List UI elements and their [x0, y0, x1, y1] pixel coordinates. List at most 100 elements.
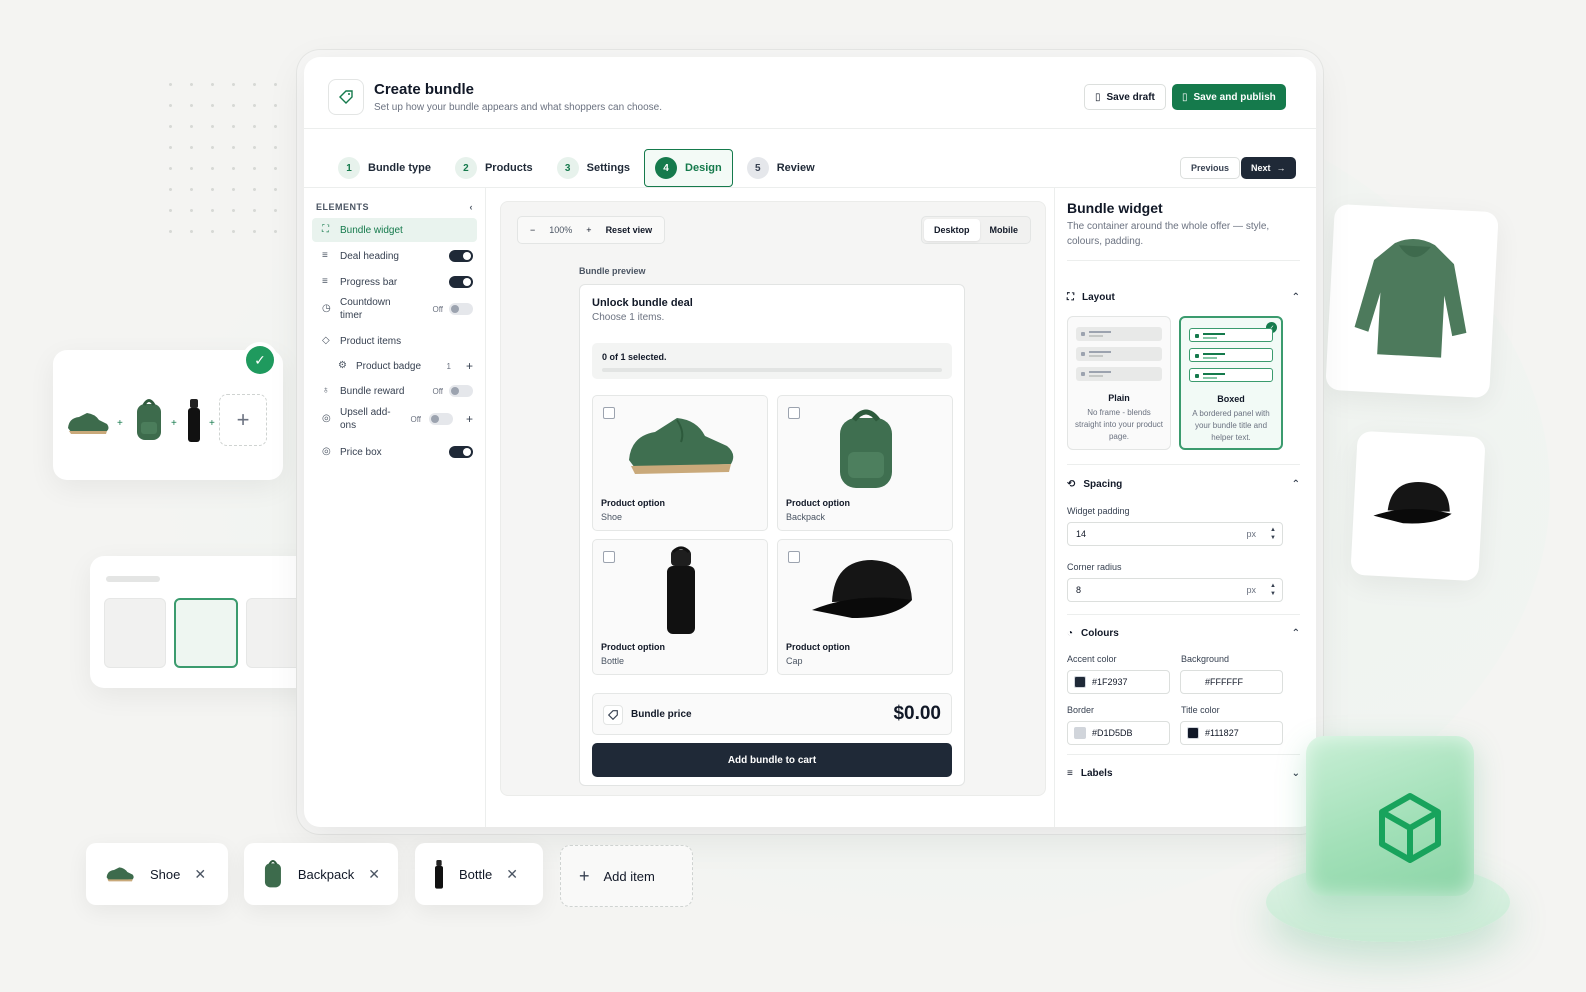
border-color-input[interactable]: #D1D5DB — [1067, 721, 1170, 745]
product-card-cap[interactable]: Product option Cap — [777, 539, 953, 675]
add-upsell-icon[interactable]: + — [466, 412, 473, 426]
title-swatch[interactable] — [1187, 727, 1199, 739]
product-checkbox[interactable] — [603, 407, 615, 419]
add-badge-icon[interactable]: + — [466, 359, 473, 373]
corner-radius-label: Corner radius — [1067, 562, 1122, 572]
background-color-input[interactable]: #FFFFFF — [1180, 670, 1283, 694]
sidebar-item-bundle-widget[interactable]: ⛶ Bundle widget — [312, 218, 477, 242]
editor-header: Create bundle Set up how your bundle app… — [304, 57, 1316, 129]
sidebar-item-progress-bar[interactable]: ≡ Progress bar — [312, 270, 477, 294]
badge-count: 1 — [446, 361, 451, 371]
layout-thumb-left[interactable] — [104, 598, 166, 668]
previous-button[interactable]: Previous — [1180, 157, 1241, 179]
backpack-thumb-icon — [137, 399, 161, 440]
product-checkbox[interactable] — [788, 407, 800, 419]
cap-photo-card — [1350, 430, 1486, 582]
add-bundle-to-cart-button[interactable]: Add bundle to cart — [592, 743, 952, 777]
bottle-icon — [435, 860, 443, 889]
chip-backpack[interactable]: Backpack ✕ — [244, 843, 398, 905]
labels-section-header[interactable]: ≡ Labels ⌄ — [1067, 768, 1300, 779]
hoodie-icon — [1354, 239, 1467, 358]
product-checkbox[interactable] — [603, 551, 615, 563]
hoodie-photo-card — [1325, 203, 1499, 399]
countdown-toggle[interactable] — [449, 303, 473, 315]
mobile-tab[interactable]: Mobile — [980, 219, 1029, 241]
sidebar-item-product-items[interactable]: ◇ Product items — [312, 329, 477, 353]
progress-bar-toggle[interactable] — [449, 276, 473, 288]
spacing-icon: ⟲ — [1067, 479, 1076, 490]
step-products[interactable]: 2 Products — [445, 149, 543, 187]
save-publish-button[interactable]: ▯ Save and publish — [1172, 84, 1286, 110]
sidebar-item-deal-heading[interactable]: ≡ Deal heading — [312, 244, 477, 268]
backpack-icon — [264, 860, 281, 888]
next-button[interactable]: Next → — [1241, 157, 1296, 179]
border-swatch[interactable] — [1074, 727, 1086, 739]
arrow-right-icon: → — [1276, 163, 1286, 173]
chip-bottle[interactable]: Bottle ✕ — [415, 843, 543, 905]
title-color-input[interactable]: #111827 — [1180, 721, 1283, 745]
price-box-toggle[interactable] — [449, 446, 473, 458]
spacing-section-header[interactable]: ⟲ Spacing ⌃ — [1067, 479, 1300, 490]
add-slot-placeholder[interactable]: + — [219, 394, 267, 446]
step-bundle-type[interactable]: 1 Bundle type — [328, 149, 441, 187]
sidebar-item-bundle-reward[interactable]: ♁ Bundle reward Off — [312, 379, 477, 403]
stepper-arrows-icon[interactable]: ▲ ▼ — [1270, 526, 1276, 542]
remove-icon[interactable]: ✕ — [194, 866, 206, 883]
sidebar-item-upsell-addons[interactable]: ◎ Upsell add-ons Off + — [312, 403, 477, 435]
zoom-in-button[interactable]: + — [586, 225, 591, 235]
sidebar-item-countdown-timer[interactable]: ◷ Countdown timer Off — [312, 294, 477, 324]
deal-subheading: Choose 1 items. — [592, 312, 665, 323]
layout-row — [1076, 327, 1162, 341]
reward-toggle[interactable] — [449, 385, 473, 397]
stepper-arrows-icon[interactable]: ▲ ▼ — [1270, 582, 1276, 598]
layout-thumb-right[interactable] — [246, 598, 308, 668]
shoe-icon — [629, 418, 734, 474]
deal-heading-toggle[interactable] — [449, 250, 473, 262]
layout-thumb-center[interactable] — [174, 598, 238, 668]
deal-heading: Unlock bundle deal — [592, 297, 693, 309]
zoom-level: 100% — [549, 225, 573, 235]
layout-option-boxed[interactable]: ✓ Boxed A bordered panel with your bundl… — [1179, 316, 1283, 450]
widget-padding-input[interactable]: 14 px ▲ ▼ — [1067, 522, 1283, 546]
step-review[interactable]: 5 Review — [737, 149, 825, 187]
layout-picker-card — [90, 556, 328, 688]
plus-icon: + — [209, 418, 215, 429]
plus-icon: + — [579, 865, 590, 886]
divider — [1067, 260, 1300, 261]
desktop-tab[interactable]: Desktop — [923, 219, 980, 241]
collapse-chevron-icon[interactable]: ‹ — [470, 202, 474, 212]
sidebar-item-product-badge[interactable]: ⚙ Product badge 1 + — [312, 354, 477, 378]
reset-view-button[interactable]: Reset view — [606, 225, 653, 235]
accent-color-input[interactable]: #1F2937 — [1067, 670, 1170, 694]
layout-option-plain[interactable]: Plain No frame - blends straight into yo… — [1067, 316, 1171, 450]
accent-swatch[interactable] — [1074, 676, 1086, 688]
add-item-button[interactable]: + Add item — [560, 845, 693, 907]
upsell-state: Off — [410, 414, 421, 424]
zoom-out-button[interactable]: − — [530, 225, 535, 235]
product-checkbox[interactable] — [788, 551, 800, 563]
colours-section-header[interactable]: ◔ Colours ⌃ — [1067, 628, 1300, 639]
layout-section-header[interactable]: ⛶ Layout ⌃ — [1067, 292, 1300, 303]
sidebar-item-price-box[interactable]: ◎ Price box — [312, 440, 477, 464]
product-card-shoe[interactable]: Product option Shoe — [592, 395, 768, 531]
corner-radius-input[interactable]: 8 px ▲ ▼ — [1067, 578, 1283, 602]
chevron-up-icon: ⌃ — [1291, 628, 1300, 639]
layout-row — [1189, 328, 1273, 342]
panel-title: Bundle widget — [1067, 200, 1163, 216]
divider — [1067, 614, 1300, 615]
bottle-icon — [667, 546, 695, 634]
preview-canvas: − 100% + Reset view Desktop Mobile Bundl… — [500, 201, 1046, 796]
step-design[interactable]: 4 Design — [644, 149, 733, 187]
chip-shoe[interactable]: Shoe ✕ — [86, 843, 228, 905]
product-card-bottle[interactable]: Product option Bottle — [592, 539, 768, 675]
step-settings[interactable]: 3 Settings — [547, 149, 640, 187]
remove-icon[interactable]: ✕ — [506, 866, 518, 883]
save-draft-button[interactable]: ▯ Save draft — [1084, 84, 1166, 110]
elements-sidebar: ELEMENTS ‹ ⛶ Bundle widget ≡ Deal headin… — [304, 188, 486, 827]
remove-icon[interactable]: ✕ — [368, 866, 380, 883]
upsell-toggle[interactable] — [429, 413, 453, 425]
chevron-up-icon: ⌃ — [1291, 479, 1300, 490]
dot-grid-decoration — [160, 74, 280, 234]
progress-text: 0 of 1 selected. — [602, 352, 667, 362]
product-card-backpack[interactable]: Product option Backpack — [777, 395, 953, 531]
